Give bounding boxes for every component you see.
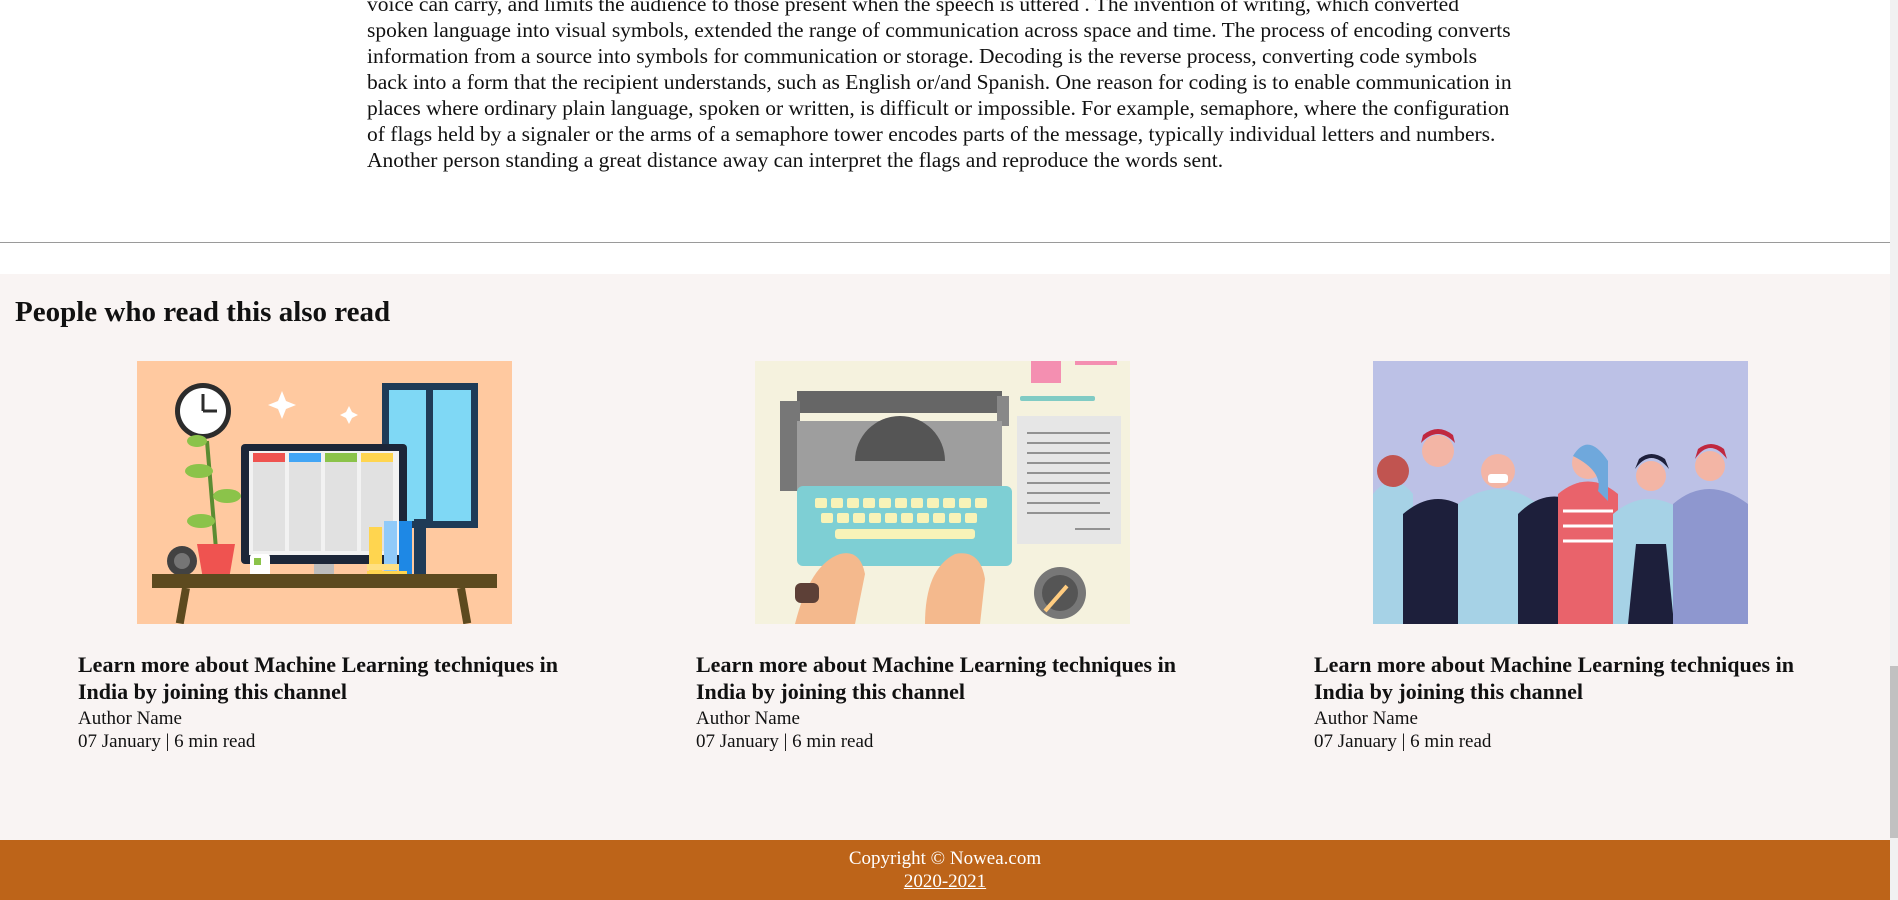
related-articles-section: People who read this also read Learn mor… <box>0 274 1890 840</box>
section-divider <box>0 242 1890 243</box>
site-footer: Copyright © Nowea.com 2020-2021 <box>0 840 1890 900</box>
card-author: Author Name <box>696 708 800 729</box>
crowd-with-masks-illustration[interactable] <box>1373 361 1748 624</box>
card-meta: 07 January | 6 min read <box>78 731 256 752</box>
typewriter-illustration[interactable] <box>755 361 1130 624</box>
article-body: voice can carry, and limits the audience… <box>367 0 1517 242</box>
card-title[interactable]: Learn more about Machine Learning techni… <box>1314 651 1814 705</box>
scrollbar-thumb[interactable] <box>1890 666 1898 838</box>
page-scrollbar[interactable] <box>1890 0 1898 900</box>
related-heading: People who read this also read <box>15 296 391 328</box>
card-author: Author Name <box>78 708 182 729</box>
article-paragraph: voice can carry, and limits the audience… <box>367 0 1512 172</box>
card-author: Author Name <box>1314 708 1418 729</box>
footer-copyright: Copyright © Nowea.com <box>848 848 1042 869</box>
card-title[interactable]: Learn more about Machine Learning techni… <box>78 651 578 705</box>
card-title[interactable]: Learn more about Machine Learning techni… <box>696 651 1196 705</box>
footer-years-link[interactable]: 2020-2021 <box>0 871 1890 893</box>
card-meta: 07 January | 6 min read <box>696 731 874 752</box>
card-meta: 07 January | 6 min read <box>1314 731 1492 752</box>
workspace-desk-illustration[interactable] <box>137 361 512 624</box>
